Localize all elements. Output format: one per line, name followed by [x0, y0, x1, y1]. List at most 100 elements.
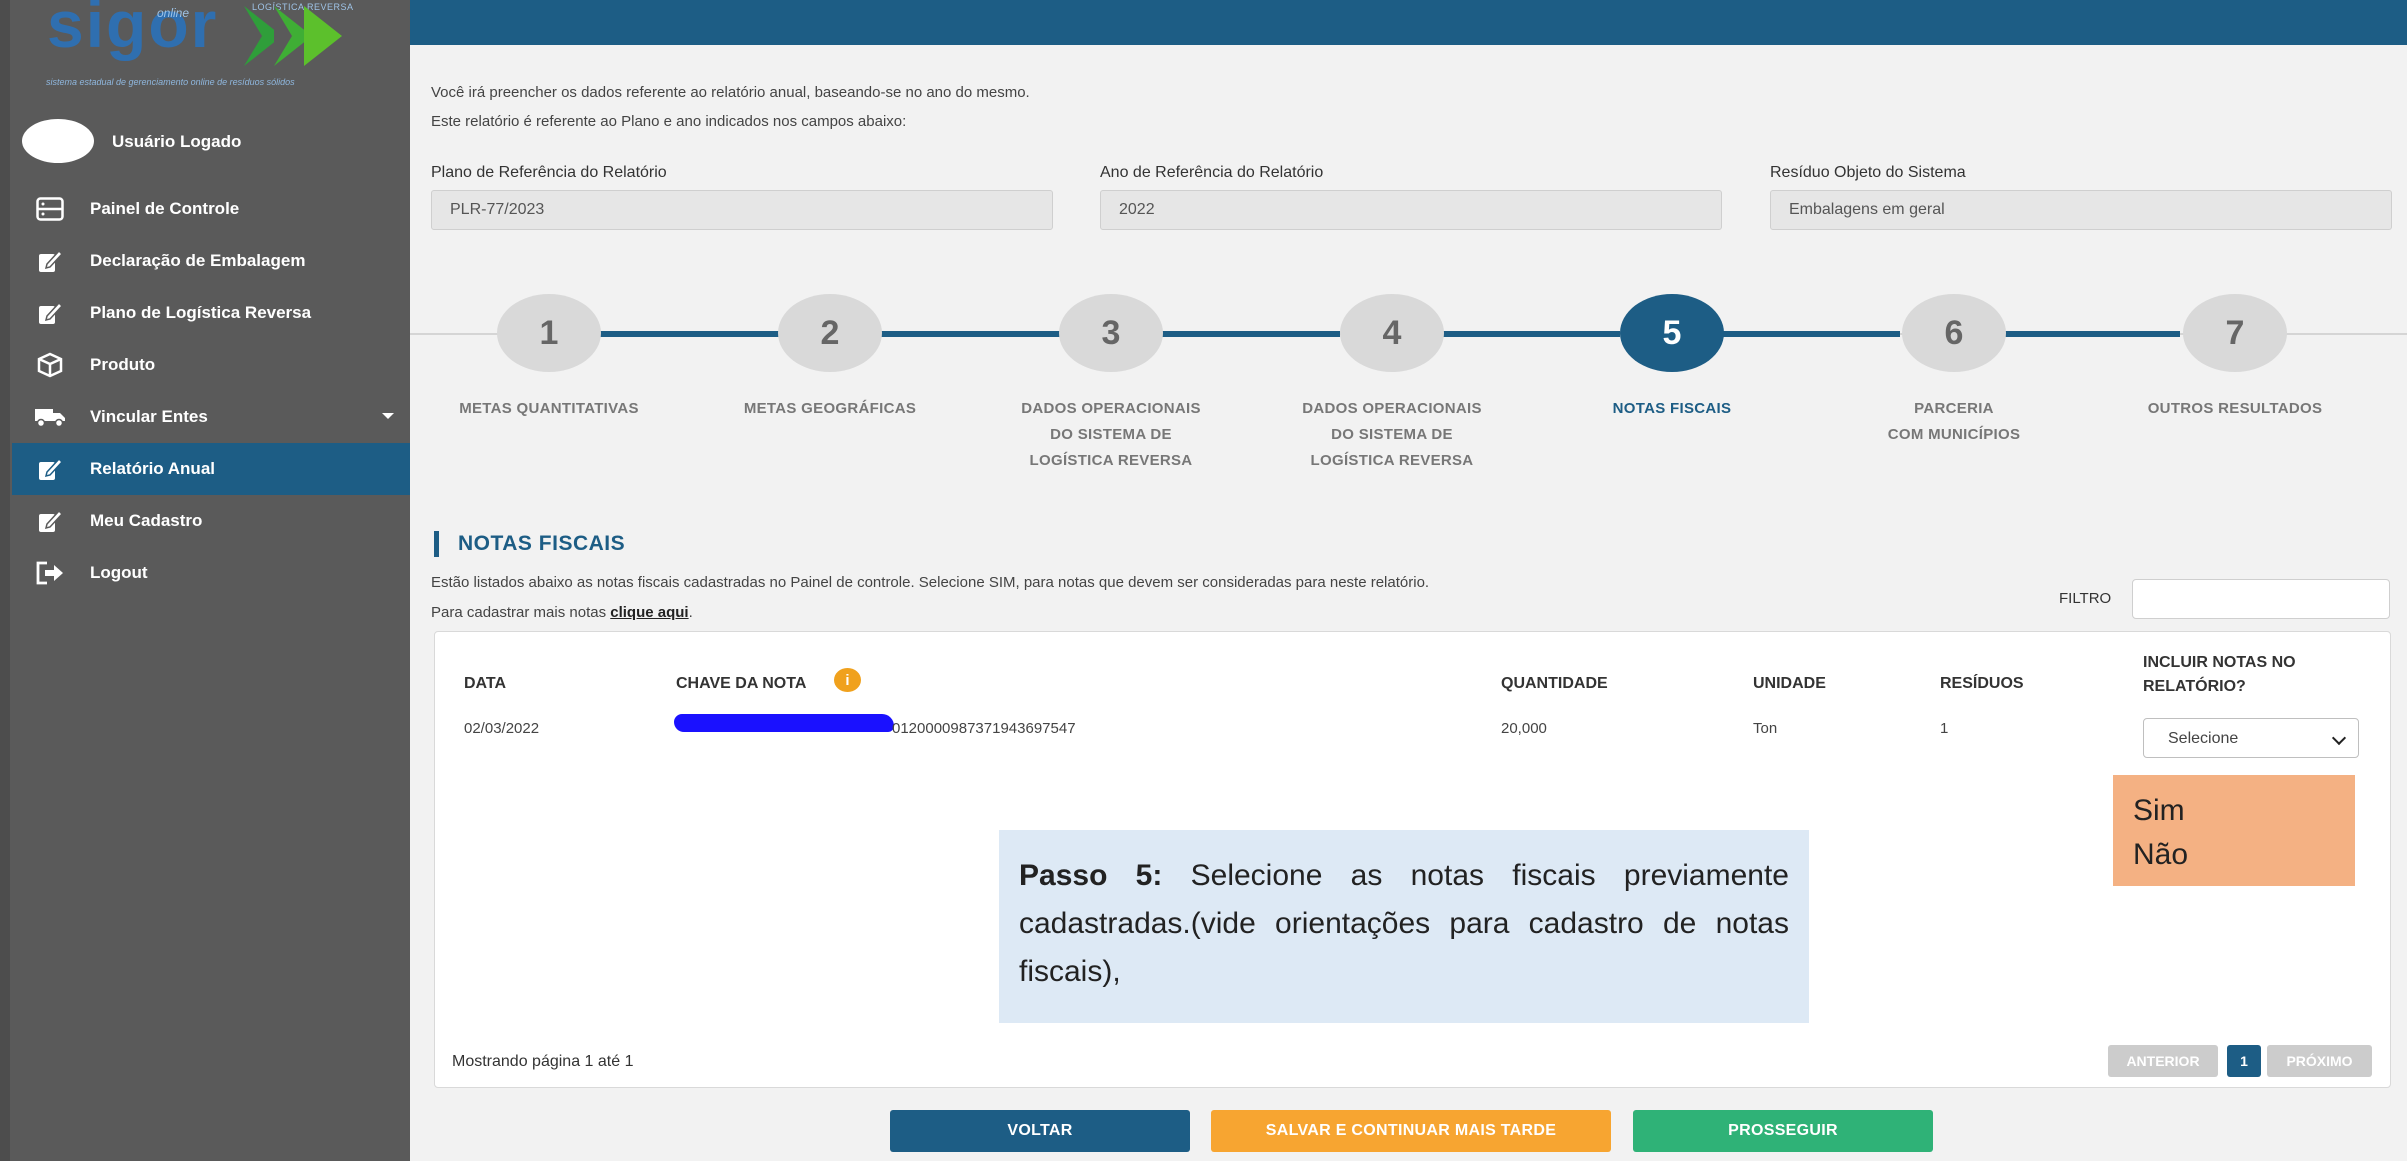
pagination-prev-button[interactable]: ANTERIOR: [2108, 1045, 2218, 1077]
step-label-line: DADOS OPERACIONAIS: [1021, 400, 1201, 417]
column-header-line: INCLUIR NOTAS NO: [2143, 654, 2296, 671]
sidebar-item-label: Meu Cadastro: [90, 511, 203, 530]
include-notes-options: Sim Não: [2113, 775, 2355, 886]
logo-subtitle: sistema estadual de gerenciamento online…: [46, 77, 295, 87]
intro-text: Você irá preencher os dados referente ao…: [431, 78, 1030, 136]
stepper-connector: [600, 331, 780, 337]
step-label[interactable]: DADOS OPERACIONAIS DO SISTEMA DE LOGÍSTI…: [991, 396, 1231, 474]
section-accent-bar: [434, 531, 439, 557]
chevron-down-icon: [2331, 730, 2347, 746]
truck-icon: [30, 403, 70, 431]
step-label-line: LOGÍSTICA REVERSA: [1310, 452, 1474, 469]
column-header-data[interactable]: DATA: [464, 675, 506, 693]
option-sim[interactable]: Sim: [2133, 789, 2355, 833]
logo-text: sigor: [47, 0, 219, 61]
include-notes-select[interactable]: Selecione: [2143, 718, 2359, 758]
column-header-chave[interactable]: CHAVE DA NOTA: [676, 675, 806, 693]
column-header-unidade[interactable]: UNIDADE: [1753, 675, 1826, 693]
logout-icon: [30, 559, 70, 587]
section-title: NOTAS FISCAIS: [458, 532, 626, 555]
sidebar-item-relatorio-anual[interactable]: Relatório Anual: [12, 443, 410, 495]
sidebar-item-label: Logout: [90, 563, 148, 582]
callout-step: Passo 5:: [1019, 859, 1163, 892]
section-desc-line: Estão listados abaixo as notas fiscais c…: [431, 574, 1430, 591]
sidebar-item-meu-cadastro[interactable]: Meu Cadastro: [12, 495, 410, 547]
register-notes-link[interactable]: clique aqui: [610, 604, 688, 621]
step-2[interactable]: 2: [778, 294, 882, 372]
step-3[interactable]: 3: [1059, 294, 1163, 372]
stepper-connector: [880, 331, 1060, 337]
step-label[interactable]: OUTROS RESULTADOS: [2115, 396, 2355, 422]
sidebar-item-logout[interactable]: Logout: [12, 547, 410, 599]
column-header-line: RELATÓRIO?: [2143, 678, 2246, 695]
user-profile[interactable]: Usuário Logado: [12, 115, 402, 165]
plano-field: PLR-77/2023: [431, 190, 1053, 230]
sidebar: sigor online LOGÍSTICA REVERSA sistema e…: [0, 0, 410, 1161]
edit-icon: [30, 247, 70, 275]
dashboard-icon: [30, 195, 70, 223]
step-label[interactable]: METAS QUANTITATIVAS: [429, 396, 669, 422]
cell-data: 02/03/2022: [464, 720, 540, 737]
cell-residuos: 1: [1940, 720, 1949, 737]
stepper-connector: [1720, 331, 1900, 337]
sidebar-item-label: Produto: [90, 355, 156, 374]
step-6[interactable]: 6: [1902, 294, 2006, 372]
sigor-logo[interactable]: sigor online LOGÍSTICA REVERSA sistema e…: [12, 0, 410, 100]
user-name: Usuário Logado: [112, 132, 242, 151]
step-label[interactable]: PARCERIA COM MUNICÍPIOS: [1834, 396, 2074, 448]
back-button[interactable]: VOLTAR: [890, 1110, 1190, 1152]
stepper-connector: [2000, 331, 2180, 337]
ano-field: 2022: [1100, 190, 1722, 230]
sidebar-item-label: Plano de Logística Reversa: [90, 303, 312, 322]
step-1[interactable]: 1: [497, 294, 601, 372]
intro-line: Você irá preencher os dados referente ao…: [431, 84, 1030, 101]
residuo-label: Resíduo Objeto do Sistema: [1770, 164, 1966, 181]
save-continue-later-button[interactable]: SALVAR E CONTINUAR MAIS TARDE: [1211, 1110, 1611, 1152]
column-header-incluir[interactable]: INCLUIR NOTAS NO RELATÓRIO?: [2143, 651, 2296, 699]
step-7[interactable]: 7: [2183, 294, 2287, 372]
redaction-mark: [674, 714, 894, 732]
pagination-page-button[interactable]: 1: [2227, 1045, 2261, 1077]
sidebar-item-vincular-entes[interactable]: Vincular Entes: [12, 391, 410, 443]
sidebar-item-plano-de-logistica-reversa[interactable]: Plano de Logística Reversa: [12, 287, 410, 339]
column-header-quantidade[interactable]: QUANTIDADE: [1501, 675, 1608, 693]
intro-line: Este relatório é referente ao Plano e an…: [431, 113, 907, 130]
filter-label: FILTRO: [2059, 590, 2112, 607]
box-icon: [30, 351, 70, 379]
cell-quantidade: 20,000: [1501, 720, 1547, 737]
stepper-connector: [1440, 331, 1620, 337]
step-label[interactable]: METAS GEOGRÁFICAS: [710, 396, 950, 422]
step-5[interactable]: 5: [1620, 294, 1724, 372]
ano-label: Ano de Referência do Relatório: [1100, 164, 1324, 181]
sidebar-item-label: Vincular Entes: [90, 407, 208, 426]
sidebar-item-declaracao-de-embalagem[interactable]: Declaração de Embalagem: [12, 235, 410, 287]
info-icon[interactable]: i: [834, 668, 861, 692]
logo-chevron-icon: [304, 6, 342, 66]
step-label-line: COM MUNICÍPIOS: [1887, 426, 2021, 443]
sidebar-item-painel-de-controle[interactable]: Painel de Controle: [12, 183, 410, 235]
step-label[interactable]: DADOS OPERACIONAIS DO SISTEMA DE LOGÍSTI…: [1272, 396, 1512, 474]
proceed-button[interactable]: PROSSEGUIR: [1633, 1110, 1933, 1152]
section-desc-text: .: [688, 604, 693, 621]
step-4[interactable]: 4: [1340, 294, 1444, 372]
step-label-line: LOGÍSTICA REVERSA: [1029, 452, 1193, 469]
sidebar-item-label: Painel de Controle: [90, 199, 240, 218]
instruction-callout: Passo 5: Selecione as notas fiscais prev…: [999, 830, 1809, 1023]
sidebar-item-label: Relatório Anual: [90, 459, 215, 478]
cell-unidade: Ton: [1753, 720, 1778, 737]
column-header-residuos[interactable]: RESÍDUOS: [1940, 675, 2024, 693]
pagination-info: Mostrando página 1 até 1: [452, 1053, 634, 1070]
section-desc-text: Para cadastrar mais notas: [431, 604, 611, 621]
stepper-connector: [1160, 331, 1340, 337]
step-label-line: DADOS OPERACIONAIS: [1302, 400, 1482, 417]
header-bar: [410, 0, 2407, 45]
section-desc-line: Para cadastrar mais notas clique aqui.: [431, 598, 1429, 628]
logo-online-text: online: [157, 6, 190, 20]
chevron-down-icon[interactable]: [382, 413, 394, 419]
option-nao[interactable]: Não: [2133, 833, 2355, 877]
pagination-next-button[interactable]: PRÓXIMO: [2267, 1045, 2372, 1077]
sidebar-item-produto[interactable]: Produto: [12, 339, 410, 391]
step-label[interactable]: NOTAS FISCAIS: [1552, 396, 1792, 422]
step-label-line: DO SISTEMA DE: [1331, 426, 1453, 443]
filter-input[interactable]: [2132, 579, 2390, 619]
